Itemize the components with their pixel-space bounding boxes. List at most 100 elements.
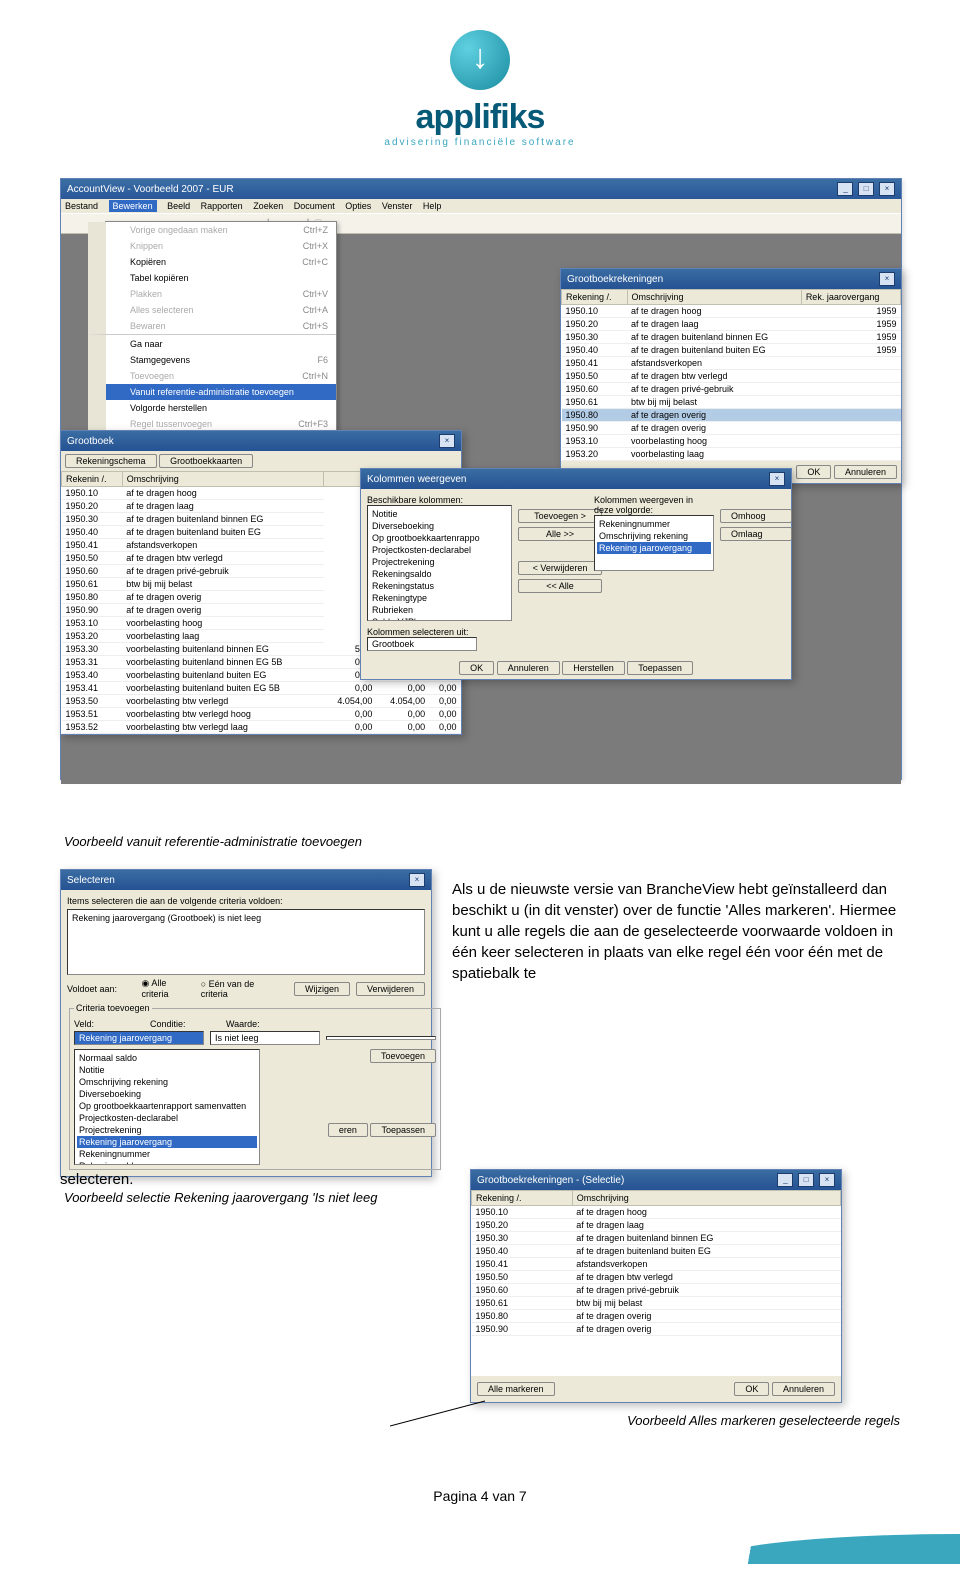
- tab-rekeningschema[interactable]: Rekeningschema: [65, 454, 157, 468]
- table-row[interactable]: 1950.10af te dragen hoog: [472, 1206, 841, 1219]
- menu-zoeken[interactable]: Zoeken: [253, 201, 283, 211]
- table-row[interactable]: 1950.80af te dragen overig: [562, 409, 901, 422]
- menu-help[interactable]: Help: [423, 201, 442, 211]
- list-item[interactable]: Rekeningnummer: [77, 1148, 257, 1160]
- btn-verwijderen[interactable]: < Verwijderen: [518, 561, 602, 575]
- table-row[interactable]: 1950.80af te dragen overig: [472, 1310, 841, 1323]
- table-row[interactable]: 1950.90af te dragen overig: [472, 1323, 841, 1336]
- menu-bestand[interactable]: Bestand: [65, 201, 98, 211]
- kolommen-selecteren-uit[interactable]: Grootboek: [367, 637, 477, 651]
- btn-omhoog[interactable]: Omhoog: [720, 509, 792, 523]
- close-icon[interactable]: ×: [879, 182, 895, 196]
- list-item[interactable]: Projectkosten-declarabel: [77, 1112, 257, 1124]
- cancel-button[interactable]: Annuleren: [497, 661, 560, 675]
- close-icon[interactable]: ×: [409, 873, 425, 887]
- table-row[interactable]: 1950.30af te dragen buitenland binnen EG…: [562, 331, 901, 344]
- list-item[interactable]: Projectrekening: [77, 1124, 257, 1136]
- table-row[interactable]: 1950.60af te dragen privé-gebruik: [562, 383, 901, 396]
- table-row[interactable]: 1950.20af te dragen laag1959: [562, 318, 901, 331]
- menu-item[interactable]: Vorige ongedaan makenCtrl+Z: [88, 222, 336, 238]
- maximize-icon[interactable]: □: [858, 182, 874, 196]
- table-row[interactable]: 1950.61btw bij mij belast: [472, 1297, 841, 1310]
- ok-button[interactable]: OK: [459, 661, 494, 675]
- list-item[interactable]: Projectrekening: [370, 556, 509, 568]
- table-row[interactable]: 1950.30af te dragen buitenland binnen EG: [472, 1232, 841, 1245]
- table-row[interactable]: 1950.90af te dragen overig: [562, 422, 901, 435]
- list-item[interactable]: Rekeningtype: [370, 592, 509, 604]
- waarde-input[interactable]: [326, 1036, 436, 1040]
- menu-beeld[interactable]: Beeld: [167, 201, 190, 211]
- menu-item[interactable]: Alles selecterenCtrl+A: [88, 302, 336, 318]
- toevoegen-button[interactable]: Toevoegen: [370, 1049, 436, 1063]
- menu-document[interactable]: Document: [294, 201, 335, 211]
- maximize-icon[interactable]: □: [798, 1173, 814, 1187]
- list-item[interactable]: Rekening jaarovergang: [597, 542, 711, 554]
- menu-item[interactable]: BewarenCtrl+S: [88, 318, 336, 334]
- list-item[interactable]: Rekeningstatus: [370, 580, 509, 592]
- list-item[interactable]: Op grootboekkaartenrapport samenvatten: [77, 1100, 257, 1112]
- table-row[interactable]: 1950.41afstandsverkopen: [472, 1258, 841, 1271]
- menu-item[interactable]: Volgorde herstellen: [88, 400, 336, 416]
- list-item[interactable]: Notitie: [370, 508, 509, 520]
- list-item[interactable]: Rekeningnummer: [597, 518, 711, 530]
- table-row[interactable]: 1950.40af te dragen buitenland buiten EG: [472, 1245, 841, 1258]
- btn-omlaag[interactable]: Omlaag: [720, 527, 792, 541]
- minimize-icon[interactable]: _: [837, 182, 853, 196]
- radio-alle[interactable]: ◉ Alle criteria: [142, 978, 195, 999]
- veld-select[interactable]: Rekening jaarovergang: [74, 1031, 204, 1045]
- menu-item[interactable]: ToevoegenCtrl+N: [88, 368, 336, 384]
- verwijderen-button[interactable]: Verwijderen: [356, 982, 425, 996]
- close-icon[interactable]: ×: [439, 434, 455, 448]
- list-item[interactable]: Rubrieken: [370, 604, 509, 616]
- veld-list[interactable]: Normaal saldoNotitieOmschrijving rekenin…: [74, 1049, 260, 1165]
- ok-button[interactable]: OK: [734, 1382, 769, 1396]
- herstellen-button[interactable]: Herstellen: [562, 661, 625, 675]
- table-row[interactable]: 1950.40af te dragen buitenland buiten EG…: [562, 344, 901, 357]
- table-row[interactable]: 1950.61btw bij mij belast: [562, 396, 901, 409]
- list-item[interactable]: Rekeningsaldo: [370, 568, 509, 580]
- menu-venster[interactable]: Venster: [382, 201, 413, 211]
- list-item[interactable]: Op grootboekkaartenrappo: [370, 532, 509, 544]
- cancel-button[interactable]: Annuleren: [772, 1382, 835, 1396]
- menu-item[interactable]: Vanuit referentie-administratie toevoege…: [88, 384, 336, 400]
- radio-een[interactable]: ○ Eén van de criteria: [201, 979, 282, 999]
- list-item[interactable]: Rekeningsaldo: [77, 1160, 257, 1165]
- wijzigen-button[interactable]: Wijzigen: [294, 982, 350, 996]
- btn-alle[interactable]: Alle >>: [518, 527, 602, 541]
- close-icon[interactable]: ×: [769, 472, 785, 486]
- eren-button[interactable]: eren: [328, 1123, 368, 1137]
- table-row[interactable]: 1953.52voorbelasting btw verlegd laag0,0…: [62, 721, 461, 734]
- btn-alle-weg[interactable]: << Alle: [518, 579, 602, 593]
- table-row[interactable]: 1953.50voorbelasting btw verlegd4.054,00…: [62, 695, 461, 708]
- table-row[interactable]: 1950.41afstandsverkopen: [562, 357, 901, 370]
- table-row[interactable]: 1950.50af te dragen btw verlegd: [562, 370, 901, 383]
- table-row[interactable]: 1950.20af te dragen laag: [472, 1219, 841, 1232]
- toepassen-button[interactable]: Toepassen: [370, 1123, 436, 1137]
- close-icon[interactable]: ×: [819, 1173, 835, 1187]
- menu-item[interactable]: StamgegevensF6: [88, 352, 336, 368]
- alle-markeren-button[interactable]: Alle markeren: [477, 1382, 555, 1396]
- list-item[interactable]: Notitie: [77, 1064, 257, 1076]
- table-row[interactable]: 1953.51voorbelasting btw verlegd hoog0,0…: [62, 708, 461, 721]
- menu-bewerken[interactable]: Bewerken: [109, 200, 157, 212]
- cancel-button[interactable]: Annuleren: [834, 465, 897, 479]
- list-item[interactable]: Normaal saldo: [77, 1052, 257, 1064]
- list-item[interactable]: Omschrijving rekening: [77, 1076, 257, 1088]
- table-row[interactable]: 1953.10voorbelasting hoog: [562, 435, 901, 448]
- table-row[interactable]: 1953.20voorbelasting laag: [562, 448, 901, 461]
- tab-grootboekkaarten[interactable]: Grootboekkaarten: [159, 454, 253, 468]
- beschikbare-list[interactable]: NotitieDiverseboekingOp grootboekkaarten…: [367, 505, 512, 621]
- menu-rapporten[interactable]: Rapporten: [201, 201, 243, 211]
- weergeven-list[interactable]: RekeningnummerOmschrijving rekeningReken…: [594, 515, 714, 571]
- list-item[interactable]: Diverseboeking: [77, 1088, 257, 1100]
- table-row[interactable]: 1953.41voorbelasting buitenland buiten E…: [62, 682, 461, 695]
- btn-toevoegen[interactable]: Toevoegen >: [518, 509, 602, 523]
- list-item[interactable]: Saldo VJP's: [370, 616, 509, 621]
- table-row[interactable]: 1950.50af te dragen btw verlegd: [472, 1271, 841, 1284]
- list-item[interactable]: Diverseboeking: [370, 520, 509, 532]
- table-row[interactable]: 1950.10af te dragen hoog1959: [562, 305, 901, 318]
- conditie-select[interactable]: Is niet leeg: [210, 1031, 320, 1045]
- list-item[interactable]: Rekening jaarovergang: [77, 1136, 257, 1148]
- minimize-icon[interactable]: _: [777, 1173, 793, 1187]
- menu-item[interactable]: PlakkenCtrl+V: [88, 286, 336, 302]
